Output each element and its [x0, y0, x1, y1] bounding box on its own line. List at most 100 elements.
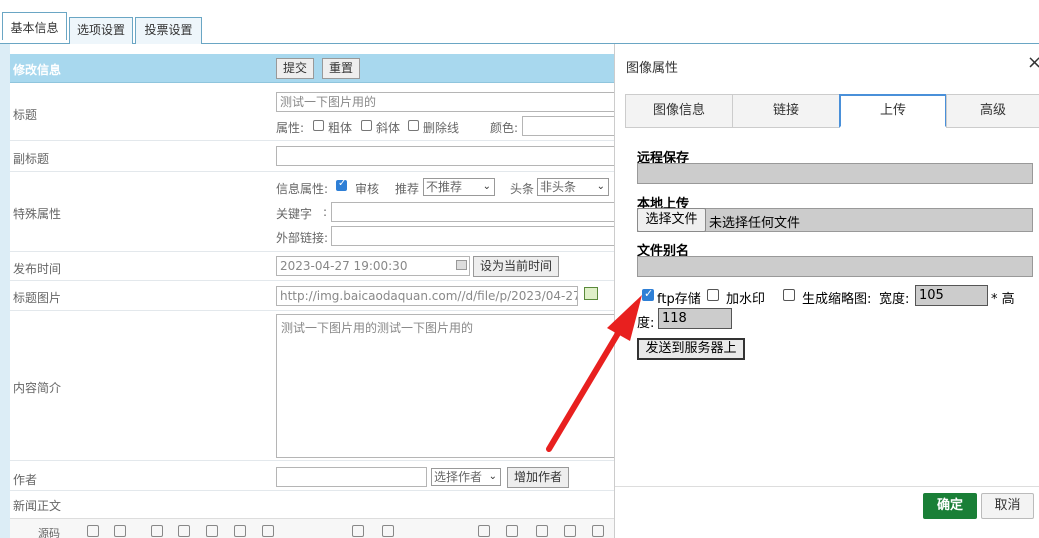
recommend-label: 推荐 [395, 182, 420, 196]
file-alias-field[interactable] [637, 256, 1033, 277]
send-to-server-button[interactable]: 发送到服务器上 [637, 338, 745, 360]
title-image-input[interactable]: http://img.baicaodaquan.com//d/file/p/20… [276, 286, 578, 306]
bold-checkbox[interactable] [313, 120, 324, 131]
image-picker-icon[interactable] [584, 287, 598, 300]
summary-label: 内容简介 [13, 381, 62, 395]
choose-file-button[interactable]: 选择文件 [637, 208, 706, 232]
source-button[interactable]: 源码 [38, 525, 60, 538]
paste-icon[interactable] [206, 525, 218, 537]
close-icon[interactable]: × [1027, 52, 1039, 73]
summary-textarea[interactable]: 测试一下图片用的测试一下图片用的 [276, 314, 616, 458]
subtitle-row: 副标题 [10, 141, 616, 172]
recommend-select-value: 不推荐 [426, 180, 463, 194]
thumbnail-label: 生成缩略图: [802, 292, 872, 307]
new-page-icon[interactable] [87, 525, 99, 537]
subtitle-label: 副标题 [13, 152, 50, 166]
info-attr-label: 信息属性: [276, 182, 329, 196]
special-attr-row: 特殊属性 信息属性: 审核 推荐 不推荐 ⌄ 头条 非头条 ⌄ 关键字 : 外部链接… [10, 172, 616, 252]
headline-select-value: 非头条 [540, 180, 577, 194]
audit-label: 审核 [355, 182, 380, 196]
recommend-select[interactable]: 不推荐 ⌄ [423, 178, 495, 196]
image-properties-dialog: 图像属性 × 图像信息 链接 上传 高级 远程保存 本地上传 选择文件 未选择任… [614, 44, 1039, 538]
form-header-label: 修改信息 [13, 63, 62, 77]
author-row: 作者 选择作者 ⌄ 增加作者 [10, 461, 614, 491]
ftp-checkbox[interactable] [642, 287, 654, 301]
dialog-footer: 确定 取消 [615, 486, 1039, 538]
unlink-icon[interactable] [506, 525, 518, 537]
watermark-checkbox[interactable] [707, 289, 719, 301]
align-center-icon[interactable] [564, 525, 576, 537]
title-label: 标题 [13, 108, 38, 122]
title-image-label: 标题图片 [13, 291, 62, 305]
strike-label: 删除线 [423, 121, 460, 135]
tab-upload[interactable]: 上传 [839, 94, 947, 128]
news-body-row: 新闻正文 [10, 491, 614, 518]
publish-time-input[interactable]: 2023-04-27 19:00:30 [276, 256, 470, 276]
set-now-button[interactable]: 设为当前时间 [473, 256, 560, 277]
print-icon[interactable] [114, 525, 126, 537]
italic-checkbox[interactable] [361, 120, 372, 131]
headline-select[interactable]: 非头条 ⌄ [537, 178, 609, 196]
cut-icon[interactable] [151, 525, 163, 537]
publish-time-label: 发布时间 [13, 262, 62, 276]
headline-label: 头条 [510, 182, 535, 196]
keyword-separator: : [323, 205, 328, 219]
paste-word-icon[interactable] [262, 525, 274, 537]
ok-button[interactable]: 确定 [923, 493, 977, 519]
height-label-a: * 高 [991, 292, 1015, 307]
choose-author-value: 选择作者 [434, 470, 483, 484]
width-label: 宽度: [879, 292, 910, 307]
no-file-text: 未选择任何文件 [709, 216, 801, 231]
subtitle-input[interactable] [276, 146, 616, 166]
cancel-button[interactable]: 取消 [981, 493, 1034, 519]
author-label: 作者 [13, 473, 38, 487]
author-input[interactable] [276, 467, 427, 487]
form-header-row: 修改信息 提交 重置 [10, 54, 614, 83]
keyword-input[interactable] [331, 202, 616, 222]
summary-row: 内容简介 测试一下图片用的测试一下图片用的 [10, 311, 616, 461]
paste-text-icon[interactable] [234, 525, 246, 537]
title-image-row: 标题图片 http://img.baicaodaquan.com//d/file… [10, 281, 614, 311]
height-input[interactable]: 118 [658, 308, 732, 329]
audit-checkbox[interactable] [336, 178, 347, 191]
external-link-label: 外部链接: [276, 231, 329, 245]
remote-save-field[interactable] [637, 163, 1033, 184]
add-author-button[interactable]: 增加作者 [507, 467, 570, 488]
special-attr-label: 特殊属性 [13, 207, 62, 221]
color-label: 颜色: [490, 121, 519, 135]
external-link-input[interactable] [331, 226, 616, 246]
align-left-icon[interactable] [536, 525, 548, 537]
choose-author-select[interactable]: 选择作者 ⌄ [431, 468, 501, 486]
italic-label: 斜体 [376, 121, 401, 135]
title-input[interactable]: 测试一下图片用的 [276, 92, 616, 112]
attr-label: 属性: [276, 121, 305, 135]
title-row: 标题 测试一下图片用的 属性: 粗体 斜体 删除线 颜色: [10, 84, 616, 141]
color-input[interactable] [522, 116, 616, 136]
calendar-icon[interactable] [456, 260, 467, 270]
tab-option-settings[interactable]: 选项设置 [69, 17, 133, 44]
dialog-tab-bar: 图像信息 链接 上传 高级 [625, 94, 1039, 128]
find-icon[interactable] [352, 525, 364, 537]
tab-vote-settings[interactable]: 投票设置 [135, 17, 202, 44]
publish-time-row: 发布时间 2023-04-27 19:00:30 设为当前时间 [10, 252, 614, 281]
copy-icon[interactable] [178, 525, 190, 537]
bold-label: 粗体 [328, 121, 353, 135]
width-input[interactable]: 105 [915, 285, 988, 306]
align-right-icon[interactable] [592, 525, 604, 537]
dialog-title: 图像属性 [626, 61, 679, 76]
chevron-down-icon: ⌄ [488, 471, 497, 482]
thumbnail-checkbox[interactable] [783, 289, 795, 301]
ftp-label: ftp存储 [657, 292, 701, 307]
link-icon[interactable] [478, 525, 490, 537]
top-tab-bar: 基本信息 选项设置 投票设置 [0, 0, 1039, 44]
tab-image-info[interactable]: 图像信息 [625, 94, 733, 128]
tab-link[interactable]: 链接 [732, 94, 840, 128]
reset-button[interactable]: 重置 [322, 58, 361, 79]
tab-advanced[interactable]: 高级 [946, 94, 1039, 128]
submit-button[interactable]: 提交 [276, 58, 315, 79]
replace-icon[interactable] [382, 525, 394, 537]
news-body-label: 新闻正文 [13, 499, 62, 513]
tab-basic-info[interactable]: 基本信息 [2, 12, 67, 40]
edit-form: 修改信息 提交 重置 标题 测试一下图片用的 属性: 粗体 斜体 删除线 颜色:… [0, 44, 616, 538]
strike-checkbox[interactable] [408, 120, 419, 131]
